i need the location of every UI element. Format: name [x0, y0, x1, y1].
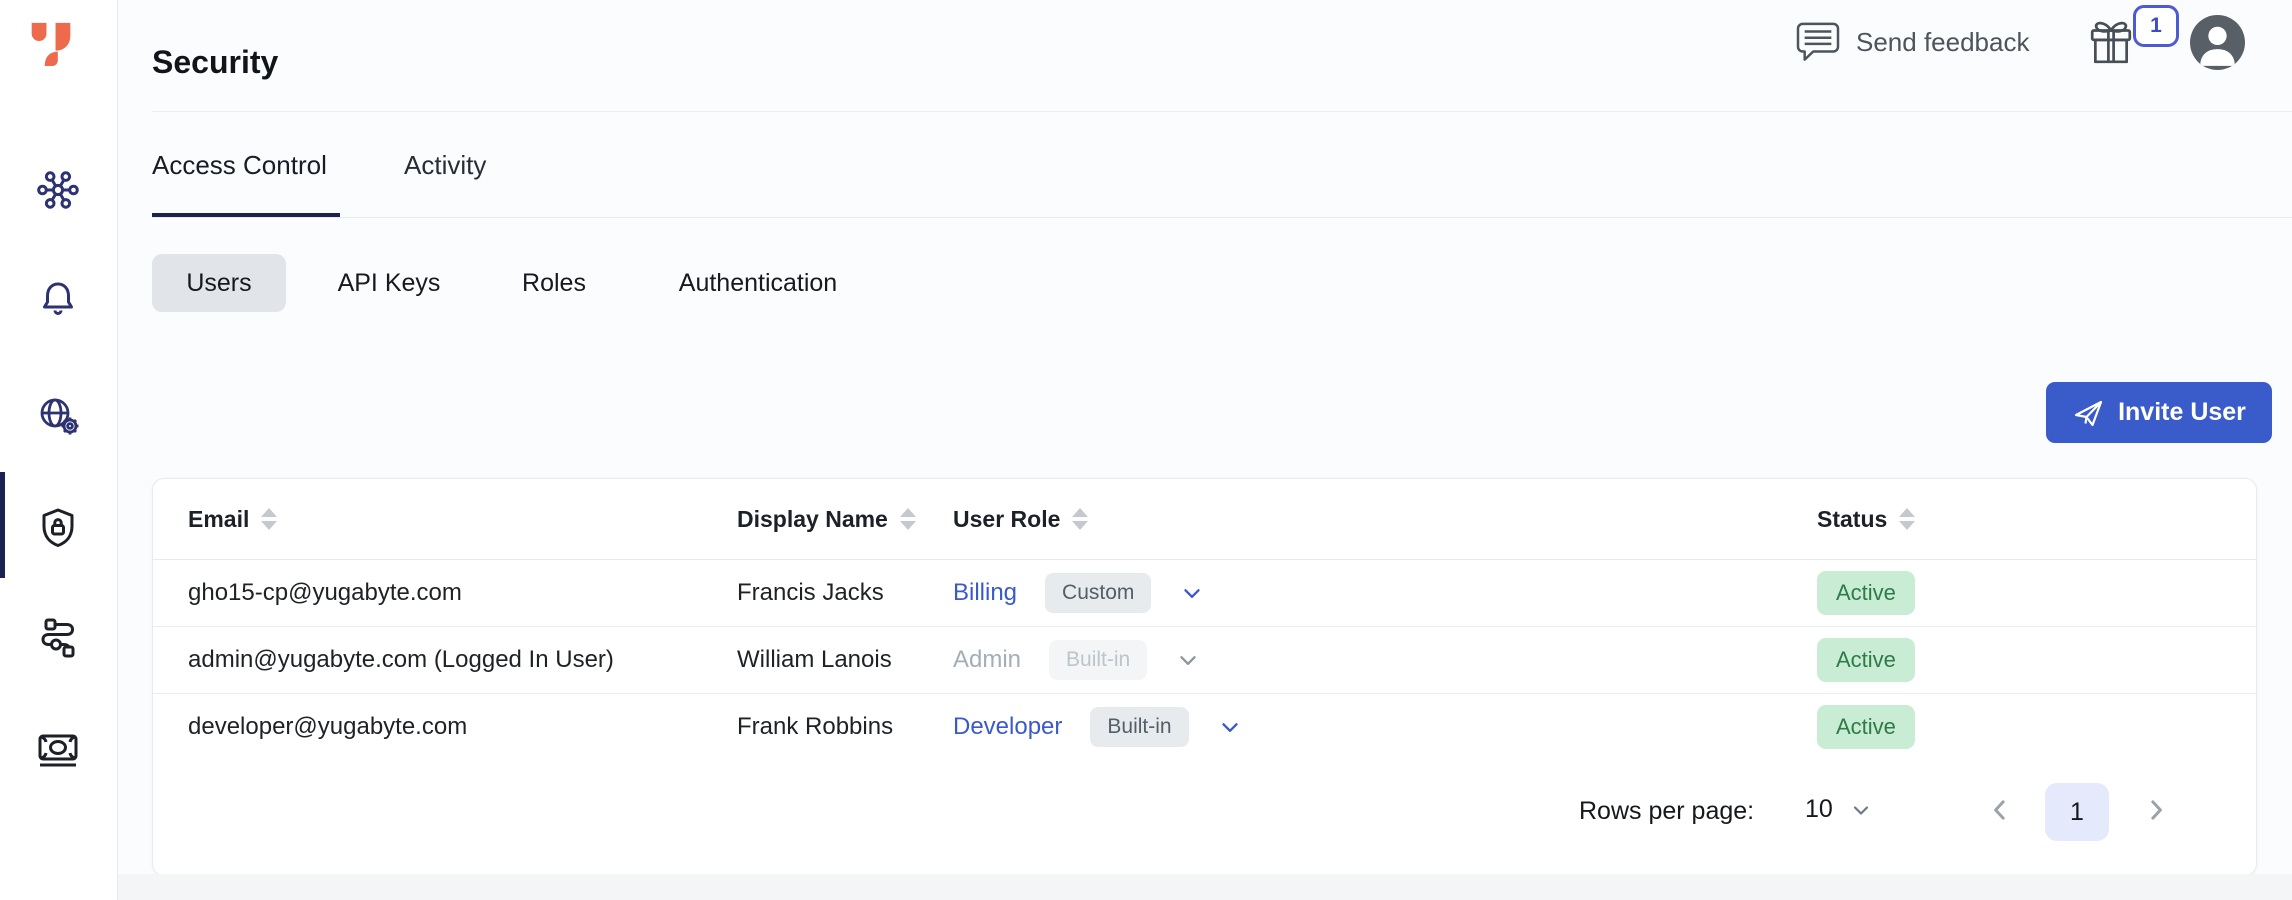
- yugabyte-logo-icon[interactable]: [28, 16, 74, 66]
- sidebar-item-clusters[interactable]: [33, 165, 83, 215]
- users-table-card: Email Display Name User Role Status gho1…: [152, 478, 2257, 876]
- page-title: Security: [152, 44, 278, 81]
- role-link[interactable]: Developer: [953, 713, 1062, 741]
- cell-user-role: Billing Custom: [953, 559, 1205, 626]
- rows-per-page-select[interactable]: 10: [1805, 795, 1873, 824]
- status-badge: Active: [1817, 571, 1915, 615]
- previous-page-button[interactable]: [1985, 795, 2015, 830]
- cell-user-role: Developer Built-in: [953, 693, 1243, 760]
- sidebar-item-usage[interactable]: [33, 724, 83, 774]
- chevron-down-icon[interactable]: [1179, 580, 1205, 606]
- gift-icon: [2088, 18, 2134, 66]
- chevron-left-icon: [1985, 795, 2015, 825]
- subtab-authentication[interactable]: Authentication: [668, 254, 848, 312]
- role-link[interactable]: Billing: [953, 579, 1017, 607]
- globe-gear-icon: [34, 391, 82, 439]
- invite-user-label: Invite User: [2118, 398, 2246, 427]
- status-badge: Active: [1817, 638, 1915, 682]
- person-icon: [2190, 15, 2245, 70]
- cell-status: Active: [1817, 559, 1915, 626]
- cell-email: admin@yugabyte.com (Logged In User): [188, 626, 614, 693]
- table-row: admin@yugabyte.com (Logged In User) Will…: [153, 626, 2256, 694]
- shield-lock-icon: [34, 503, 82, 551]
- cell-status: Active: [1817, 626, 1915, 693]
- table-row: developer@yugabyte.com Frank Robbins Dev…: [153, 693, 2256, 760]
- current-page-button[interactable]: 1: [2045, 783, 2109, 841]
- sidebar-item-security[interactable]: [33, 502, 83, 552]
- subtab-users[interactable]: Users: [152, 254, 286, 312]
- cell-status: Active: [1817, 693, 1915, 760]
- paper-plane-icon: [2072, 397, 2104, 429]
- flow-icon: [34, 614, 82, 662]
- table-row: gho15-cp@yugabyte.com Francis Jacks Bill…: [153, 559, 2256, 627]
- role-type-badge: Built-in: [1090, 707, 1188, 747]
- role-type-badge: Custom: [1045, 573, 1151, 613]
- page-background-strip: [118, 874, 2292, 900]
- role-type-badge: Built-in: [1049, 640, 1147, 680]
- send-feedback-button[interactable]: Send feedback: [1796, 22, 2029, 62]
- table-header-row: Email Display Name User Role Status: [153, 479, 2256, 560]
- subtab-roles[interactable]: Roles: [520, 254, 588, 312]
- money-icon: [34, 725, 82, 773]
- pagination: Rows per page: 10 1: [153, 765, 2256, 875]
- sort-icon[interactable]: [900, 508, 916, 530]
- rows-per-page-label: Rows per page:: [1579, 797, 1754, 826]
- bell-icon: [34, 274, 82, 322]
- network-icon: [34, 166, 82, 214]
- chevron-down-icon[interactable]: [1175, 647, 1201, 673]
- column-header-display-name[interactable]: Display Name: [737, 479, 916, 559]
- status-badge: Active: [1817, 705, 1915, 749]
- cell-user-role: Admin Built-in: [953, 626, 1201, 693]
- app-window: Security Send feedback 1: [0, 0, 2292, 900]
- cell-display-name: William Lanois: [737, 626, 892, 693]
- sort-icon[interactable]: [1899, 508, 1915, 530]
- column-header-user-role[interactable]: User Role: [953, 479, 1088, 559]
- column-label: Status: [1817, 506, 1887, 533]
- cell-email: gho15-cp@yugabyte.com: [188, 559, 462, 626]
- tab-access-control[interactable]: Access Control: [152, 150, 327, 181]
- sort-icon[interactable]: [261, 508, 277, 530]
- sidebar-item-integrations[interactable]: [33, 613, 83, 663]
- chevron-down-icon[interactable]: [1217, 714, 1243, 740]
- cell-email: developer@yugabyte.com: [188, 693, 467, 760]
- rows-per-page-value: 10: [1805, 795, 1833, 824]
- user-avatar[interactable]: [2190, 15, 2245, 70]
- column-header-status[interactable]: Status: [1817, 479, 1915, 559]
- gift-count-badge: 1: [2133, 5, 2179, 47]
- gift-count: 1: [2150, 14, 2162, 38]
- sidebar-item-alerts[interactable]: [33, 273, 83, 323]
- next-page-button[interactable]: [2141, 795, 2171, 830]
- tab-activity[interactable]: Activity: [404, 150, 486, 181]
- column-label: User Role: [953, 506, 1060, 533]
- column-label: Display Name: [737, 506, 888, 533]
- sidebar-active-indicator: [0, 472, 5, 578]
- sidebar-item-network[interactable]: [33, 390, 83, 440]
- sort-icon[interactable]: [1072, 508, 1088, 530]
- column-label: Email: [188, 506, 249, 533]
- tabs-divider: [152, 217, 2292, 218]
- send-feedback-label: Send feedback: [1856, 27, 2029, 58]
- cell-display-name: Frank Robbins: [737, 693, 893, 760]
- gift-button[interactable]: [2088, 18, 2134, 66]
- invite-user-button[interactable]: Invite User: [2046, 382, 2272, 443]
- header-divider: [152, 111, 2292, 112]
- cell-display-name: Francis Jacks: [737, 559, 884, 626]
- column-header-email[interactable]: Email: [188, 479, 277, 559]
- role-link: Admin: [953, 646, 1021, 674]
- chevron-right-icon: [2141, 795, 2171, 825]
- chevron-down-icon: [1849, 798, 1873, 822]
- feedback-bubble-icon: [1796, 22, 1840, 62]
- sidebar: [0, 0, 118, 900]
- subtab-api-keys[interactable]: API Keys: [337, 254, 441, 312]
